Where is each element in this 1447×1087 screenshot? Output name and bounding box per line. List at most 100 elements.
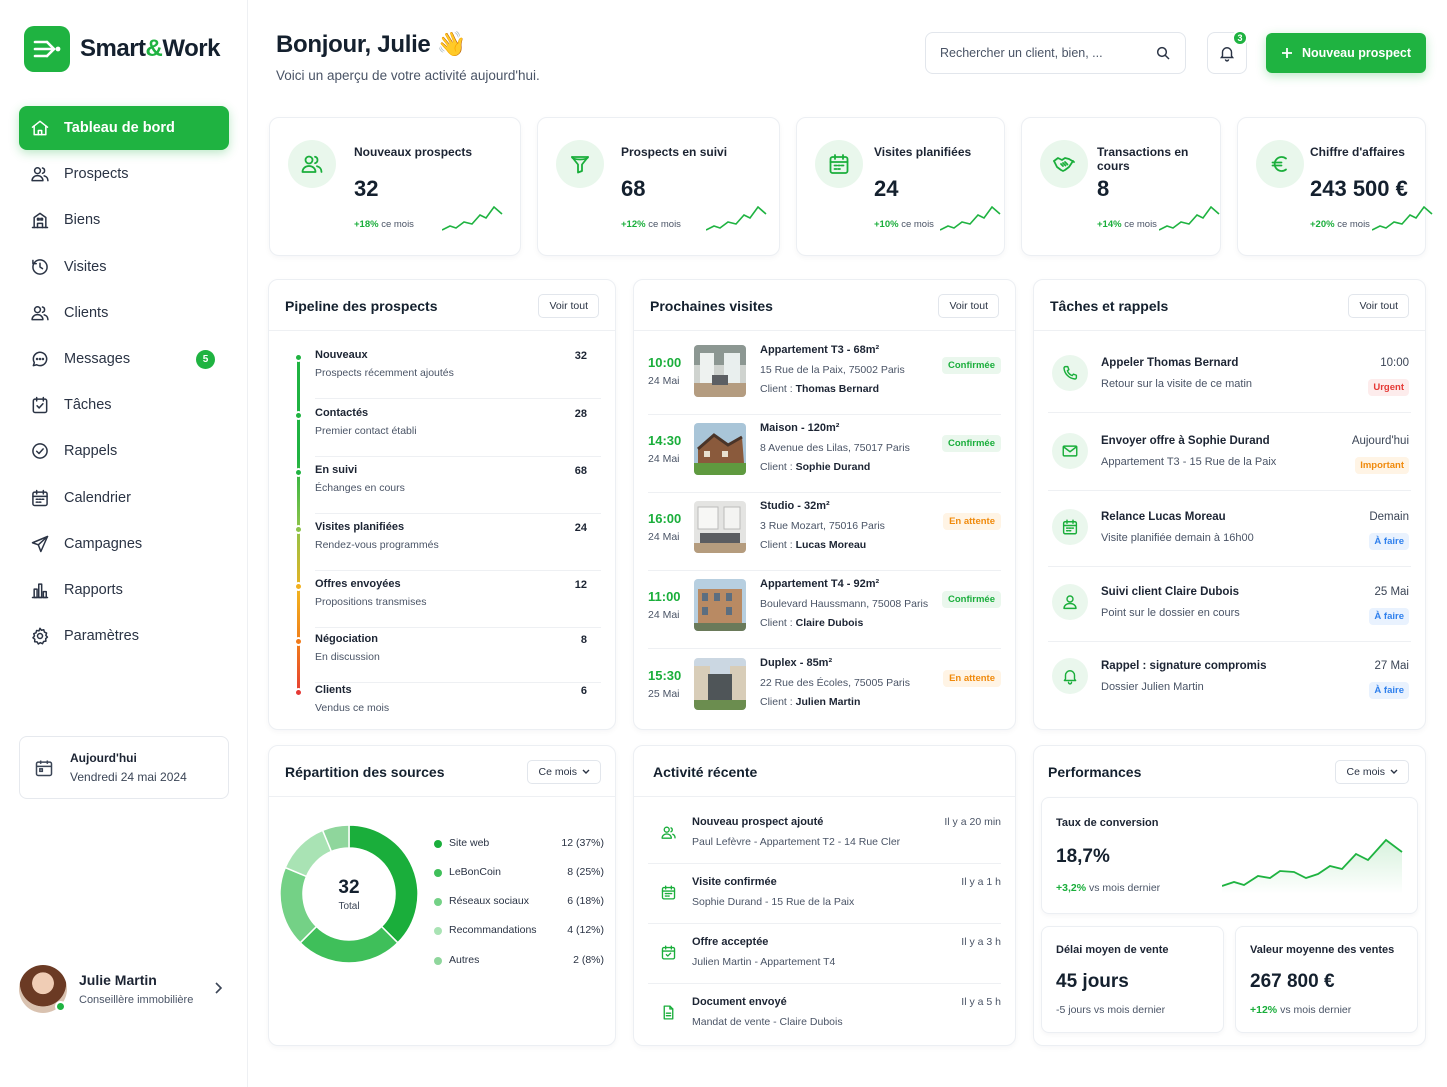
sidebar-item-campagnes[interactable]: Campagnes (19, 522, 229, 566)
activity-title: Activité récente (653, 764, 758, 780)
task-row[interactable]: Appeler Thomas Bernard Retour sur la visi… (1048, 337, 1411, 413)
visit-row[interactable]: 16:00 24 Mai Studio - 32m² 3 Rue Mozart, 75… (648, 493, 1001, 571)
sidebar-item-tableau-de-bord[interactable]: Tableau de bord (19, 106, 229, 150)
sidebar-item-parametres[interactable]: Paramètres (19, 614, 229, 658)
pipeline-stage[interactable]: Nouveaux Prospects récemment ajoutés 32 (294, 349, 601, 399)
user-profile[interactable]: Julie Martin Conseillère immobilière (19, 964, 229, 1014)
average-value-label: Valeur moyenne des ventes (1250, 944, 1395, 956)
brand-name: Smart&Work (80, 35, 220, 62)
pipeline-stage[interactable]: Négociation En discussion 8 (294, 633, 601, 683)
pipeline-stage[interactable]: Offres envoyées Propositions transmises 12 (294, 578, 601, 628)
visit-property-title: Appartement T3 - 68m² (760, 344, 880, 356)
task-row[interactable]: Rappel : signature compromis Dossier Juli… (1048, 640, 1411, 716)
average-value-card: Valeur moyenne des ventes 267 800 € +12%… (1235, 926, 1418, 1033)
task-row[interactable]: Relance Lucas Moreau Visite planifiée dem… (1048, 491, 1411, 567)
performance-period-label: Ce mois (1346, 766, 1385, 778)
kpi-label: Nouveaux prospects (354, 145, 473, 159)
property-photo (694, 579, 746, 631)
pipeline-stage[interactable]: En suivi Échanges en cours 68 (294, 464, 601, 514)
task-row[interactable]: Suivi client Claire Dubois Point sur le d… (1048, 566, 1411, 642)
visit-property-title: Studio - 32m² (760, 500, 830, 512)
users-icon (29, 163, 51, 185)
activity-item[interactable]: Nouveau prospect ajouté Paul Lefèvre - Ap… (648, 804, 1001, 864)
visit-time: 11:00 (648, 589, 681, 604)
pipeline-stage[interactable]: Visites planifiées Rendez-vous programmés… (294, 521, 601, 571)
stage-name: Offres envoyées (315, 578, 401, 590)
pipeline-see-all-button[interactable]: Voir tout (538, 294, 599, 318)
kpi-label: Visites planifiées (874, 145, 972, 159)
sidebar-item-prospects[interactable]: Prospects (19, 152, 229, 196)
chevron-right-icon[interactable] (213, 981, 223, 995)
calendar-icon (1052, 509, 1088, 545)
kpi-card[interactable]: Visites planifiées 24 +10% ce mois (796, 117, 1005, 256)
page-subtitle: Voici un aperçu de votre activité aujour… (276, 68, 540, 83)
tasks-title: Tâches et rappels (1050, 298, 1169, 314)
sidebar: Smart&Work Tableau de bord Prospects Biens… (0, 0, 248, 1087)
sidebar-item-messages[interactable]: Messages 5 (19, 337, 229, 381)
visit-time: 14:30 (648, 433, 682, 448)
sidebar-item-label: Clients (64, 304, 109, 321)
sidebar-item-biens[interactable]: Biens (19, 198, 229, 242)
sidebar-item-rappels[interactable]: Rappels (19, 429, 229, 473)
stage-description: Vendus ce mois (315, 702, 390, 714)
new-prospect-button[interactable]: Nouveau prospect (1266, 33, 1426, 73)
activity-title: Document envoyé (692, 996, 787, 1008)
sidebar-item-label: Biens (64, 212, 101, 229)
visit-time: 16:00 (648, 511, 682, 526)
visits-see-all-button[interactable]: Voir tout (938, 294, 999, 318)
tasks-see-all-button[interactable]: Voir tout (1348, 294, 1409, 318)
brand-logo[interactable]: Smart&Work (24, 26, 220, 72)
kpi-card[interactable]: Nouveaux prospects 32 +18% ce mois (269, 117, 521, 256)
visit-row[interactable]: 10:00 24 Mai Appartement T3 - 68m² 15 Rue d… (648, 337, 1001, 415)
sidebar-item-visites[interactable]: Visites (19, 245, 229, 289)
visit-row[interactable]: 14:30 24 Mai Maison - 120m² 8 Avenue des Li… (648, 415, 1001, 493)
kpi-card[interactable]: Chiffre d'affaires 243 500 € +20% ce mois (1237, 117, 1433, 256)
legend-label: LeBonCoin (449, 866, 501, 878)
search-input[interactable] (940, 46, 1150, 60)
sources-period-select[interactable]: Ce mois (527, 760, 601, 784)
sidebar-item-taches[interactable]: Tâches (19, 383, 229, 427)
stage-dot-icon (294, 582, 303, 591)
performance-period-select[interactable]: Ce mois (1335, 760, 1409, 784)
legend-value: 6 (18%) (567, 895, 604, 907)
today-date: Vendredi 24 mai 2024 (70, 770, 187, 784)
activity-item[interactable]: Visite confirmée Sophie Durand - 15 Rue d… (648, 864, 1001, 924)
kpi-delta: +10% ce mois (874, 219, 934, 230)
stage-count: 28 (574, 408, 587, 420)
visit-property-title: Appartement T4 - 92m² (760, 578, 880, 590)
search-icon[interactable] (1155, 45, 1171, 61)
today-card[interactable]: Aujourd'hui Vendredi 24 mai 2024 (19, 736, 229, 799)
user-name: Julie Martin (79, 972, 157, 988)
activity-item[interactable]: Document envoyé Mandat de vente - Claire … (648, 984, 1001, 1044)
pipeline-stage[interactable]: Contactés Premier contact établi 28 (294, 407, 601, 457)
mail-icon (1052, 433, 1088, 469)
visit-row[interactable]: 11:00 24 Mai Appartement T4 - 92m² Boulevar… (648, 571, 1001, 649)
chevron-down-icon (1390, 769, 1398, 775)
visit-row[interactable]: 15:30 25 Mai Duplex - 85m² 22 Rue des École… (648, 650, 1001, 728)
task-description: Retour sur la visite de ce matin (1101, 378, 1253, 390)
priority-badge: Important (1355, 457, 1409, 474)
activity-item[interactable]: Offre acceptée Julien Martin - Appartemen… (648, 924, 1001, 984)
average-value-delta: +12% vs mois dernier (1250, 1004, 1352, 1016)
online-status-icon (55, 1001, 66, 1012)
kpi-value: 243 500 € (1310, 176, 1408, 201)
status-badge: Confirmée (942, 357, 1001, 374)
legend-label: Réseaux sociaux (449, 895, 529, 907)
sidebar-item-clients[interactable]: Clients (19, 291, 229, 335)
user-plus-icon (654, 818, 682, 846)
pipeline-stage[interactable]: Clients Vendus ce mois 6 (294, 684, 601, 734)
task-row[interactable]: Envoyer offre à Sophie Durand Appartement… (1048, 415, 1411, 491)
user-icon (1052, 584, 1088, 620)
visit-address: Boulevard Haussmann, 75008 Paris (760, 598, 929, 610)
kpi-card[interactable]: Transactions en cours 8 +14% ce mois (1021, 117, 1221, 256)
sidebar-item-calendrier[interactable]: Calendrier (19, 476, 229, 520)
euro-icon (1256, 140, 1304, 188)
kpi-card[interactable]: Prospects en suivi 68 +12% ce mois (537, 117, 780, 256)
stage-description: Rendez-vous programmés (315, 539, 439, 551)
sources-title: Répartition des sources (285, 764, 445, 780)
visit-address: 15 Rue de la Paix, 75002 Paris (760, 364, 905, 376)
notifications-button[interactable]: 3 (1207, 30, 1248, 74)
sidebar-item-rapports[interactable]: Rapports (19, 568, 229, 612)
activity-time: Il y a 3 h (961, 936, 1001, 948)
activity-description: Sophie Durand - 15 Rue de la Paix (692, 896, 855, 908)
